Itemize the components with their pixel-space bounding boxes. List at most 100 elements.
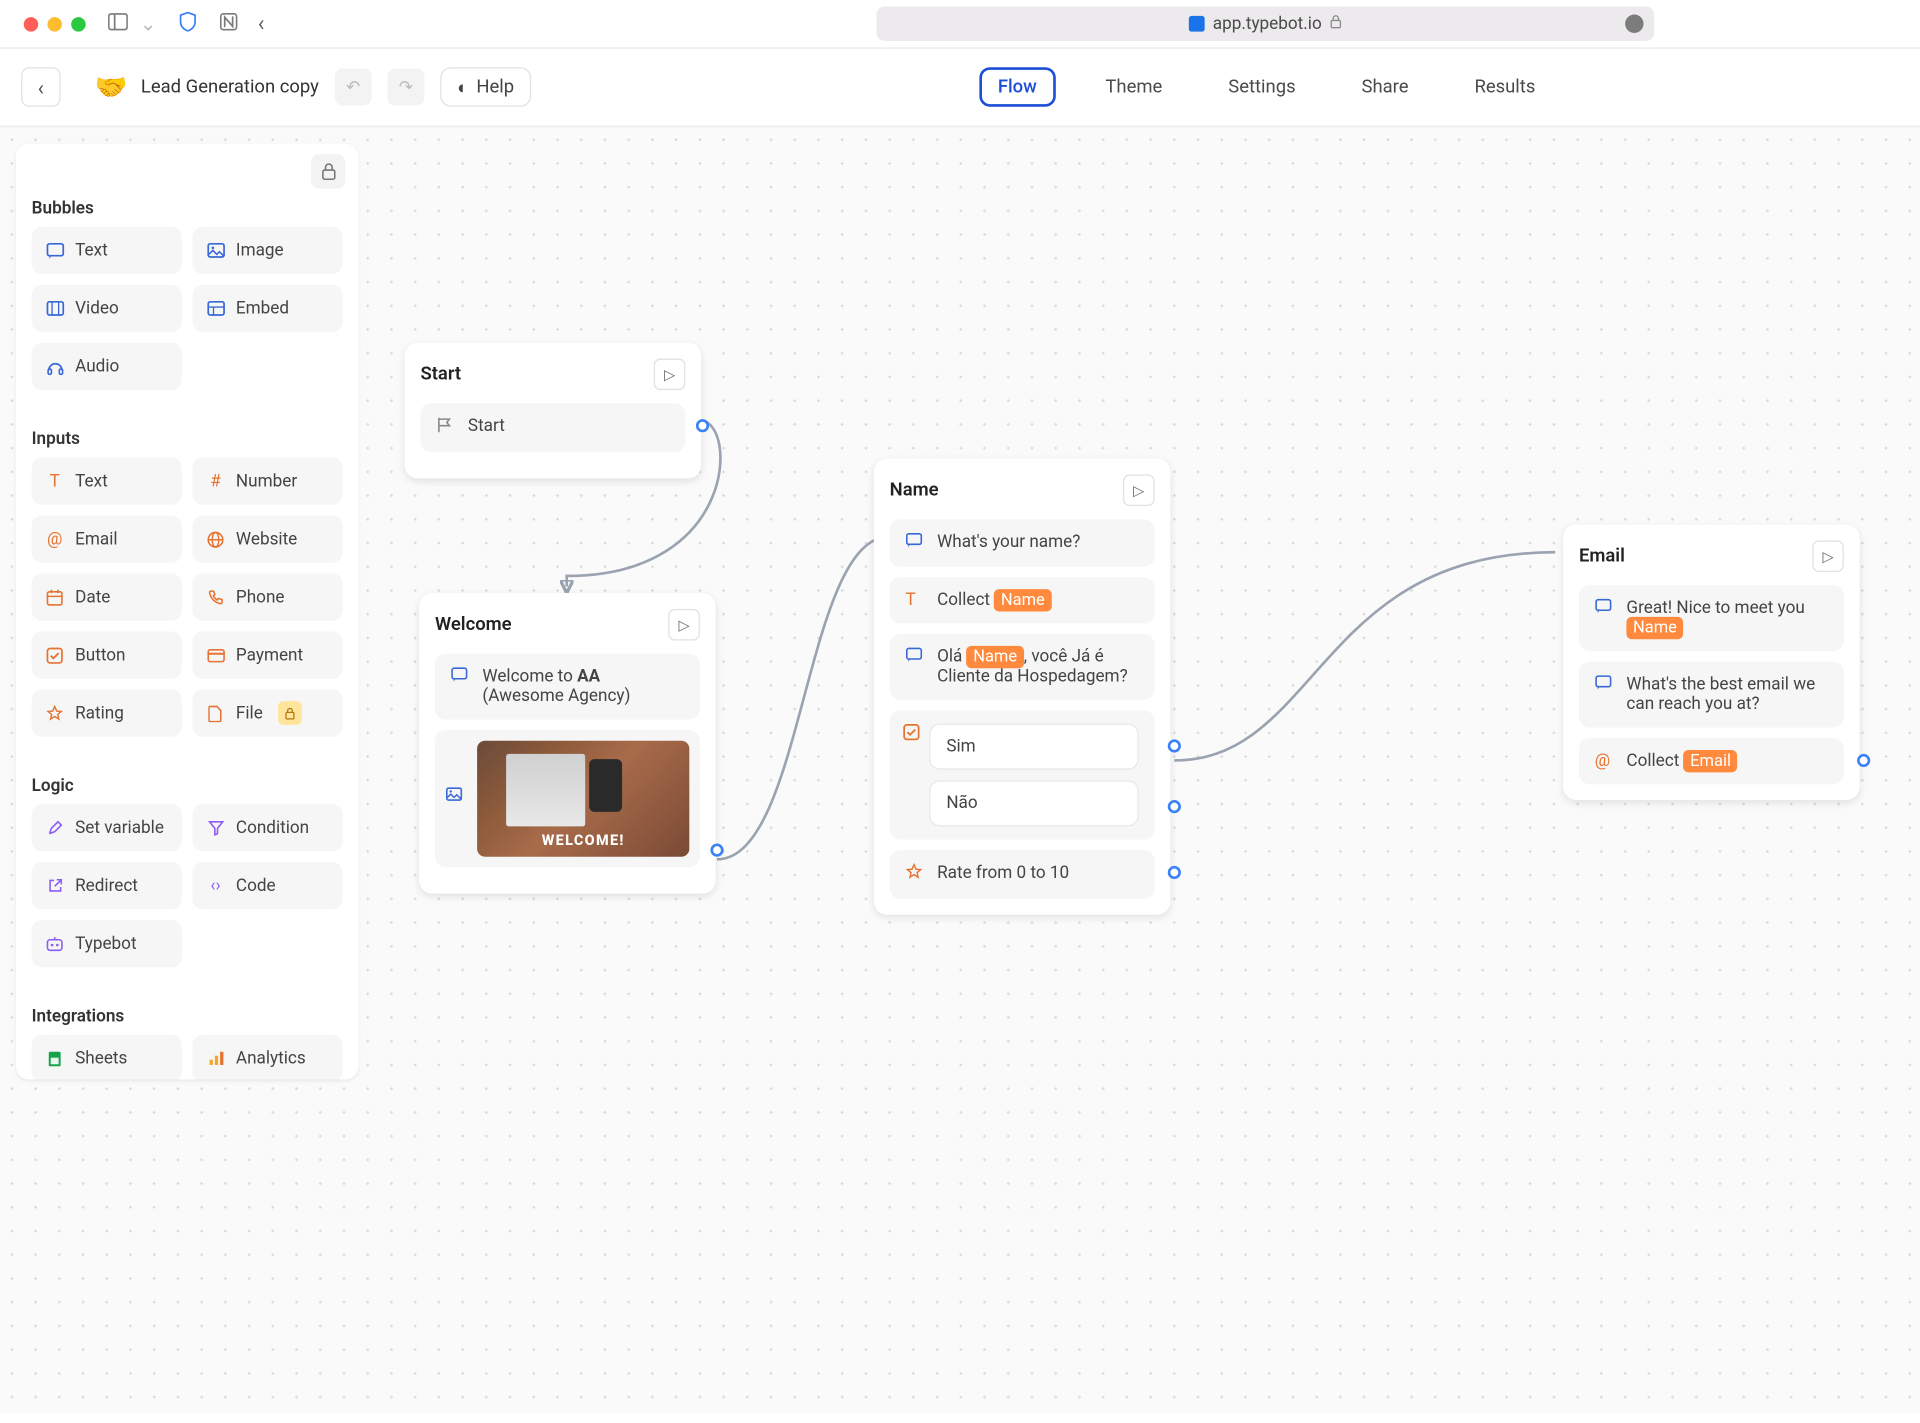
pencil-icon xyxy=(45,818,65,838)
group-bubbles-label: Bubbles xyxy=(32,199,343,219)
tab-theme[interactable]: Theme xyxy=(1090,67,1179,107)
output-handle[interactable] xyxy=(1168,739,1181,752)
text-bubble[interactable]: Great! Nice to meet you Name xyxy=(1579,585,1844,651)
node-name[interactable]: Name▷ What's your name? TCollect Name Ol… xyxy=(874,459,1171,915)
logic-cond[interactable]: Condition xyxy=(192,804,342,851)
undo-button[interactable]: ↶ xyxy=(335,69,372,106)
bubble-text[interactable]: Text xyxy=(32,227,182,274)
input-text[interactable]: TCollect Name xyxy=(890,577,1155,623)
output-handle[interactable] xyxy=(1857,754,1870,767)
star-icon xyxy=(905,863,926,885)
image-bubble[interactable] xyxy=(435,730,700,867)
play-button[interactable]: ▷ xyxy=(1812,540,1844,572)
input-payment[interactable]: Payment xyxy=(192,631,342,678)
url-bar[interactable]: app.typebot.io xyxy=(876,7,1654,41)
tab-flow[interactable]: Flow xyxy=(979,67,1055,107)
url-text: app.typebot.io xyxy=(1213,14,1322,34)
node-welcome[interactable]: Welcome▷ Welcome to AA (Awesome Agency) xyxy=(419,593,716,894)
choice-sim[interactable]: Sim xyxy=(929,724,1139,770)
node-email[interactable]: Email▷ Great! Nice to meet you Name What… xyxy=(1563,525,1860,800)
choice-nao[interactable]: Não xyxy=(929,780,1139,826)
chat-icon xyxy=(1595,598,1616,619)
integr-sheets[interactable]: Sheets xyxy=(32,1035,182,1080)
back-icon[interactable]: ‹ xyxy=(258,11,265,37)
close-traffic-light[interactable] xyxy=(24,16,38,30)
flow-canvas[interactable]: Bubbles Text Image Video Embed Audio Inp… xyxy=(0,128,1920,1413)
input-date[interactable]: Date xyxy=(32,573,182,620)
text-bubble[interactable]: What's your name? xyxy=(890,519,1155,566)
video-icon xyxy=(45,299,65,319)
chevron-down-icon[interactable]: ⌄ xyxy=(140,12,157,36)
globe-icon xyxy=(206,529,226,549)
sidebar-icon[interactable] xyxy=(108,12,128,36)
blocks-sidebar: Bubbles Text Image Video Embed Audio Inp… xyxy=(16,144,359,1080)
chat-icon xyxy=(451,667,472,688)
app-header: ‹ 🤝 Lead Generation copy ↶ ↷ ◐Help Flow … xyxy=(0,49,1920,128)
analytics-icon xyxy=(206,1048,226,1068)
input-button[interactable]: Button xyxy=(32,631,182,678)
text-bubble[interactable]: What's the best email we can reach you a… xyxy=(1579,662,1844,728)
node-start[interactable]: Start ▷ Start xyxy=(405,343,702,479)
input-rating[interactable]: Rating xyxy=(32,689,182,736)
input-text[interactable]: TText xyxy=(32,457,182,504)
notion-icon[interactable] xyxy=(218,11,238,36)
bubble-video[interactable]: Video xyxy=(32,285,182,332)
image-icon xyxy=(445,787,466,807)
chat-icon xyxy=(905,647,926,668)
audio-icon xyxy=(45,357,65,377)
start-block[interactable]: Start xyxy=(420,403,685,452)
site-favicon xyxy=(1189,16,1205,32)
flag-icon xyxy=(436,416,457,438)
output-handle[interactable] xyxy=(696,419,709,432)
help-button[interactable]: ◐Help xyxy=(440,67,531,107)
output-handle[interactable] xyxy=(1168,866,1181,879)
play-button[interactable]: ▷ xyxy=(654,358,686,390)
shield-icon[interactable] xyxy=(179,11,196,36)
project-name[interactable]: Lead Generation copy xyxy=(141,76,319,97)
lock-icon xyxy=(1330,14,1342,32)
node-title: Start xyxy=(420,364,461,385)
logic-code[interactable]: ‹›Code xyxy=(192,862,342,909)
bubble-image[interactable]: Image xyxy=(192,227,342,274)
project-emoji[interactable]: 🤝 xyxy=(95,71,128,103)
logic-setvar[interactable]: Set variable xyxy=(32,804,182,851)
button-input[interactable]: Sim Não xyxy=(890,710,1155,839)
output-handle[interactable] xyxy=(1168,800,1181,813)
input-phone[interactable]: Phone xyxy=(192,573,342,620)
logic-redir[interactable]: Redirect xyxy=(32,862,182,909)
bubble-embed[interactable]: Embed xyxy=(192,285,342,332)
tab-results[interactable]: Results xyxy=(1459,67,1552,107)
image-preview xyxy=(477,741,689,857)
browser-titlebar: ⌄ ‹ app.typebot.io A A + xyxy=(0,0,1920,49)
input-email[interactable]: @Email xyxy=(32,515,182,562)
output-handle[interactable] xyxy=(710,844,723,857)
sidebar-lock-button[interactable] xyxy=(311,154,345,188)
check-icon xyxy=(903,724,924,746)
tab-settings[interactable]: Settings xyxy=(1212,67,1311,107)
bubble-audio[interactable]: Audio xyxy=(32,343,182,390)
input-number[interactable]: #Number xyxy=(192,457,342,504)
reader-icon[interactable] xyxy=(1625,14,1643,32)
back-button[interactable]: ‹ xyxy=(21,67,61,107)
at-icon: @ xyxy=(1595,751,1616,771)
rating-input[interactable]: Rate from 0 to 10 xyxy=(890,850,1155,899)
play-button[interactable]: ▷ xyxy=(668,609,700,641)
sheets-icon xyxy=(45,1048,65,1068)
star-icon xyxy=(45,703,65,723)
minimize-traffic-light[interactable] xyxy=(47,16,61,30)
calendar-icon xyxy=(45,587,65,607)
email-input[interactable]: @Collect Email xyxy=(1579,738,1844,784)
tab-share[interactable]: Share xyxy=(1346,67,1425,107)
text-bubble[interactable]: Olá Name, você Já é Cliente da Hospedage… xyxy=(890,634,1155,700)
play-button[interactable]: ▷ xyxy=(1123,474,1155,506)
input-file[interactable]: File xyxy=(192,689,342,736)
chat-icon xyxy=(1595,675,1616,696)
text-bubble[interactable]: Welcome to AA (Awesome Agency) xyxy=(435,654,700,720)
logic-typebot[interactable]: Typebot xyxy=(32,920,182,967)
maximize-traffic-light[interactable] xyxy=(71,16,85,30)
integr-analytics[interactable]: Analytics xyxy=(192,1035,342,1080)
card-icon xyxy=(206,645,226,665)
input-website[interactable]: Website xyxy=(192,515,342,562)
external-link-icon xyxy=(45,876,65,896)
redo-button[interactable]: ↷ xyxy=(387,69,424,106)
